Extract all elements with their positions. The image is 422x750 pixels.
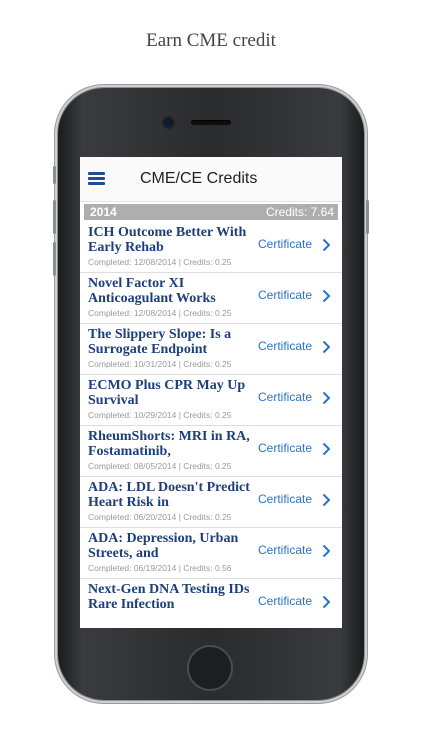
list-item[interactable]: Novel Factor XI Anticoagulant Works Comp… [80,273,342,324]
course-title: Next-Gen DNA Testing IDs Rare Infection [88,582,250,612]
course-title: RheumShorts: MRI in RA, Fostamatinib, [88,429,250,459]
course-meta: Completed: 08/05/2014 | Credits: 0.25 [88,461,232,471]
chevron-right-icon [322,289,331,303]
list-item[interactable]: ADA: Depression, Urban Streets, and Comp… [80,528,342,579]
power-button [366,200,369,234]
list-item[interactable]: Next-Gen DNA Testing IDs Rare Infection … [80,579,342,628]
list-item[interactable]: ECMO Plus CPR May Up Survival Completed:… [80,375,342,426]
course-title: Novel Factor XI Anticoagulant Works [88,276,216,306]
course-title: The Slippery Slope: Is a Surrogate Endpo… [88,327,232,357]
certificate-button[interactable]: Certificate [258,594,312,608]
chevron-right-icon [322,340,331,354]
course-meta: Completed: 06/19/2014 | Credits: 0.56 [88,563,232,573]
chevron-right-icon [322,595,331,609]
earpiece-speaker [191,120,231,125]
phone-frame: CME/CE Credits 2014 Credits: 7.64 ICH Ou… [53,88,369,700]
page-caption: Earn CME credit [146,30,276,51]
course-meta: Completed: 12/08/2014 | Credits: 0.25 [88,308,232,318]
chevron-right-icon [322,442,331,456]
certificate-button[interactable]: Certificate [258,441,312,455]
certificate-button[interactable]: Certificate [258,288,312,302]
course-title: ECMO Plus CPR May Up Survival [88,378,246,408]
course-meta: Completed: 06/20/2014 | Credits: 0.25 [88,512,232,522]
list-item[interactable]: RheumShorts: MRI in RA, Fostamatinib, Co… [80,426,342,477]
certificate-button[interactable]: Certificate [258,543,312,557]
navigation-bar: CME/CE Credits [80,157,342,202]
chevron-right-icon [322,238,331,252]
volume-up-button [53,200,56,234]
certificate-button[interactable]: Certificate [258,390,312,404]
certificate-button[interactable]: Certificate [258,492,312,506]
hamburger-menu-icon[interactable] [88,172,105,186]
silent-switch [53,166,56,184]
list-item[interactable]: The Slippery Slope: Is a Surrogate Endpo… [80,324,342,375]
credits-list: ICH Outcome Better With Early Rehab Comp… [80,222,342,628]
list-item[interactable]: ADA: LDL Doesn't Predict Heart Risk in C… [80,477,342,528]
home-button[interactable] [187,645,233,691]
chevron-right-icon [322,493,331,507]
course-meta: Completed: 10/31/2014 | Credits: 0.25 [88,359,232,369]
chevron-right-icon [322,544,331,558]
volume-down-button [53,242,56,276]
year-section-header: 2014 Credits: 7.64 [84,204,338,220]
certificate-button[interactable]: Certificate [258,237,312,251]
front-camera [164,118,173,127]
page-title: CME/CE Credits [140,170,258,187]
course-title: ADA: Depression, Urban Streets, and [88,531,239,561]
section-year: 2014 [90,205,117,219]
course-title: ICH Outcome Better With Early Rehab [88,225,247,255]
course-meta: Completed: 12/08/2014 | Credits: 0.25 [88,257,232,267]
list-item[interactable]: ICH Outcome Better With Early Rehab Comp… [80,222,342,273]
course-meta: Completed: 10/29/2014 | Credits: 0.25 [88,410,232,420]
course-title: ADA: LDL Doesn't Predict Heart Risk in [88,480,250,510]
section-credits-total: Credits: 7.64 [265,205,334,219]
certificate-button[interactable]: Certificate [258,339,312,353]
phone-screen: CME/CE Credits 2014 Credits: 7.64 ICH Ou… [80,157,342,628]
chevron-right-icon [322,391,331,405]
